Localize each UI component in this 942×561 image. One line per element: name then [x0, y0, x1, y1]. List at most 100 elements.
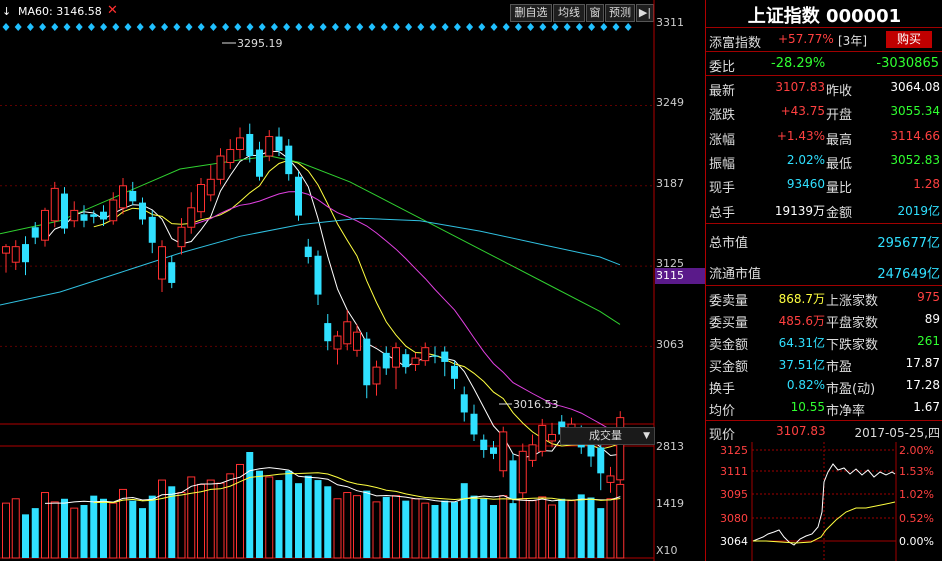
volume-bar[interactable]: [577, 494, 585, 558]
volume-bar[interactable]: [411, 498, 420, 559]
candle[interactable]: [538, 418, 547, 457]
candle[interactable]: [216, 148, 225, 185]
event-marker[interactable]: [539, 23, 547, 31]
event-marker[interactable]: [502, 23, 510, 31]
event-marker[interactable]: [234, 23, 242, 31]
event-marker[interactable]: [392, 23, 400, 31]
volume-bar[interactable]: [382, 496, 390, 558]
volume-bar[interactable]: [285, 470, 293, 558]
candle[interactable]: [139, 197, 146, 225]
candle[interactable]: [295, 171, 302, 221]
volume-bar[interactable]: [11, 498, 20, 559]
volume-bar[interactable]: [148, 495, 156, 558]
candle[interactable]: [606, 466, 615, 493]
candle[interactable]: [402, 348, 410, 374]
volume-bar[interactable]: [256, 470, 263, 558]
candle[interactable]: [372, 360, 381, 396]
event-marker[interactable]: [246, 23, 254, 31]
volume-bar[interactable]: [129, 500, 137, 558]
volume-bar[interactable]: [499, 495, 508, 559]
volume-indicator-select[interactable]: 成交量 ▼: [560, 427, 655, 445]
candle[interactable]: [490, 440, 497, 460]
volume-bar[interactable]: [139, 508, 146, 558]
volume-bar[interactable]: [616, 483, 625, 559]
volume-bar[interactable]: [80, 505, 88, 558]
volume-bar[interactable]: [392, 495, 400, 559]
event-marker[interactable]: [39, 23, 47, 31]
volume-bar[interactable]: [61, 498, 68, 558]
event-marker[interactable]: [51, 23, 59, 31]
candle[interactable]: [421, 342, 430, 366]
volume-bar[interactable]: [206, 479, 215, 559]
volume-bar[interactable]: [100, 498, 107, 558]
candle[interactable]: [256, 141, 263, 181]
event-marker[interactable]: [417, 23, 425, 31]
candle[interactable]: [168, 255, 176, 289]
event-marker[interactable]: [222, 23, 230, 31]
event-marker[interactable]: [112, 23, 120, 31]
candle[interactable]: [441, 346, 449, 377]
intraday-mini-chart[interactable]: 3125 3111 3095 3080 3064 2.00% 1.53% 1.02% 0.52…: [706, 442, 942, 561]
candle[interactable]: [148, 210, 156, 254]
volume-bar[interactable]: [402, 500, 410, 558]
candle[interactable]: [119, 178, 127, 215]
volume-bar[interactable]: [265, 476, 274, 559]
volume-bar[interactable]: [538, 496, 547, 559]
volume-bar[interactable]: [246, 452, 254, 558]
event-marker[interactable]: [307, 23, 315, 31]
candle[interactable]: [528, 434, 537, 467]
volume-bar[interactable]: [548, 504, 556, 559]
buy-button[interactable]: 购买: [886, 31, 932, 48]
event-marker[interactable]: [26, 23, 34, 31]
volume-bar[interactable]: [90, 495, 98, 558]
event-marker[interactable]: [588, 23, 596, 31]
volume-bar[interactable]: [431, 505, 439, 558]
candle[interactable]: [314, 250, 322, 305]
volume-bar[interactable]: [31, 508, 39, 558]
candle[interactable]: [460, 386, 468, 422]
candle[interactable]: [236, 127, 244, 159]
candle[interactable]: [206, 165, 215, 202]
event-marker[interactable]: [575, 23, 583, 31]
candle[interactable]: [411, 352, 420, 372]
event-marker[interactable]: [600, 23, 608, 31]
event-marker[interactable]: [148, 23, 156, 31]
volume-bar[interactable]: [333, 498, 342, 559]
event-marker[interactable]: [490, 23, 498, 31]
event-marker[interactable]: [551, 23, 559, 31]
candle[interactable]: [61, 187, 68, 234]
candle[interactable]: [11, 240, 20, 270]
candle[interactable]: [226, 139, 235, 169]
event-marker[interactable]: [161, 23, 169, 31]
candle[interactable]: [80, 205, 88, 228]
volume-bar[interactable]: [324, 486, 332, 558]
volume-bar[interactable]: [177, 492, 186, 559]
event-marker[interactable]: [612, 23, 620, 31]
volume-bar[interactable]: [2, 502, 10, 559]
event-marker[interactable]: [209, 23, 217, 31]
candle[interactable]: [597, 440, 605, 491]
event-marker[interactable]: [624, 23, 632, 31]
event-marker[interactable]: [405, 23, 413, 31]
candlestick-chart[interactable]: 3295.19 3016.53: [0, 0, 655, 561]
volume-bar[interactable]: [343, 492, 352, 559]
candle[interactable]: [324, 314, 332, 351]
volume-bar[interactable]: [558, 498, 566, 558]
candle[interactable]: [285, 139, 293, 181]
volume-bar[interactable]: [70, 507, 79, 559]
volume-bar[interactable]: [372, 501, 381, 559]
volume-bar[interactable]: [451, 501, 458, 558]
event-marker[interactable]: [344, 23, 352, 31]
event-marker[interactable]: [283, 23, 291, 31]
event-marker[interactable]: [87, 23, 95, 31]
event-marker[interactable]: [63, 23, 71, 31]
volume-bar[interactable]: [441, 500, 449, 558]
volume-bar[interactable]: [587, 497, 595, 558]
event-marker[interactable]: [197, 23, 205, 31]
candle[interactable]: [480, 434, 488, 458]
volume-bar[interactable]: [22, 514, 29, 558]
event-marker[interactable]: [258, 23, 266, 31]
volume-bar[interactable]: [304, 475, 312, 558]
event-marker[interactable]: [124, 23, 132, 31]
volume-bar[interactable]: [158, 479, 166, 559]
